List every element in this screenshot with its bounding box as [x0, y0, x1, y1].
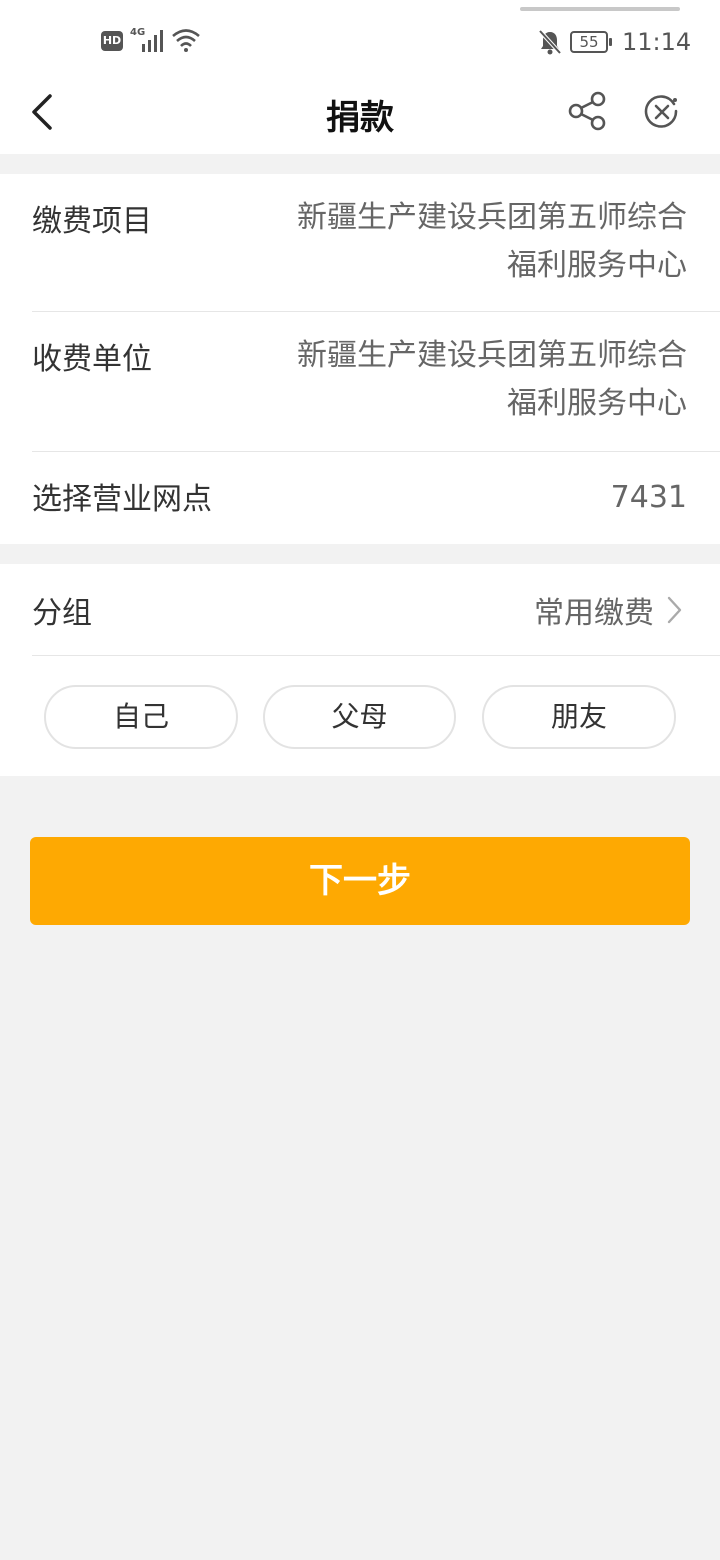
chevron-right-icon [667, 596, 682, 624]
payee-value: 新疆生产建设兵团第五师综合 福利服务中心 [257, 332, 687, 428]
group-card: 分组 常用缴费 自己 父母 朋友 [0, 564, 720, 776]
payment-info-card: 缴费项目 新疆生产建设兵团第五师综合 福利服务中心 收费单位 新疆生产建设兵团第… [0, 174, 720, 544]
payment-item-row: 缴费项目 新疆生产建设兵团第五师综合 福利服务中心 [32, 174, 720, 312]
hd-badge: HD [101, 31, 123, 51]
group-value: 常用缴费 [534, 596, 654, 631]
next-step-button[interactable]: 下一步 [30, 837, 690, 925]
payee-label: 收费单位 [32, 342, 152, 377]
close-circle-icon[interactable] [644, 94, 680, 130]
group-options: 自己 父母 朋友 [0, 685, 720, 749]
group-option-parents[interactable]: 父母 [263, 685, 456, 749]
battery-indicator: 55 [570, 31, 612, 53]
page-title: 捐款 [326, 98, 394, 138]
payment-item-value-line2: 福利服务中心 [507, 248, 687, 283]
branch-row[interactable]: 选择营业网点 7431 [32, 452, 720, 544]
payee-value-line1: 新疆生产建设兵团第五师综合 [297, 338, 687, 373]
group-selector[interactable]: 分组 常用缴费 [32, 564, 720, 656]
nav-bar: 捐款 [0, 80, 720, 154]
status-indicator-line [520, 7, 680, 11]
group-option-self[interactable]: 自己 [44, 685, 238, 749]
payee-value-line2: 福利服务中心 [507, 386, 687, 421]
payment-item-value: 新疆生产建设兵团第五师综合 福利服务中心 [257, 194, 687, 290]
status-bar: HD 4G 55 11:14 [0, 0, 720, 80]
payment-item-label: 缴费项目 [32, 204, 152, 239]
group-label: 分组 [32, 596, 92, 631]
group-option-friends[interactable]: 朋友 [482, 685, 676, 749]
wifi-icon [172, 29, 200, 52]
bell-muted-icon [538, 29, 562, 55]
status-time: 11:14 [622, 28, 692, 56]
signal-icon [142, 30, 163, 52]
battery-level: 55 [579, 33, 599, 51]
payment-item-value-line1: 新疆生产建设兵团第五师综合 [297, 200, 687, 235]
branch-label: 选择营业网点 [32, 482, 212, 517]
share-icon[interactable] [566, 90, 608, 132]
payee-row: 收费单位 新疆生产建设兵团第五师综合 福利服务中心 [32, 312, 720, 452]
branch-value: 7431 [610, 480, 687, 515]
